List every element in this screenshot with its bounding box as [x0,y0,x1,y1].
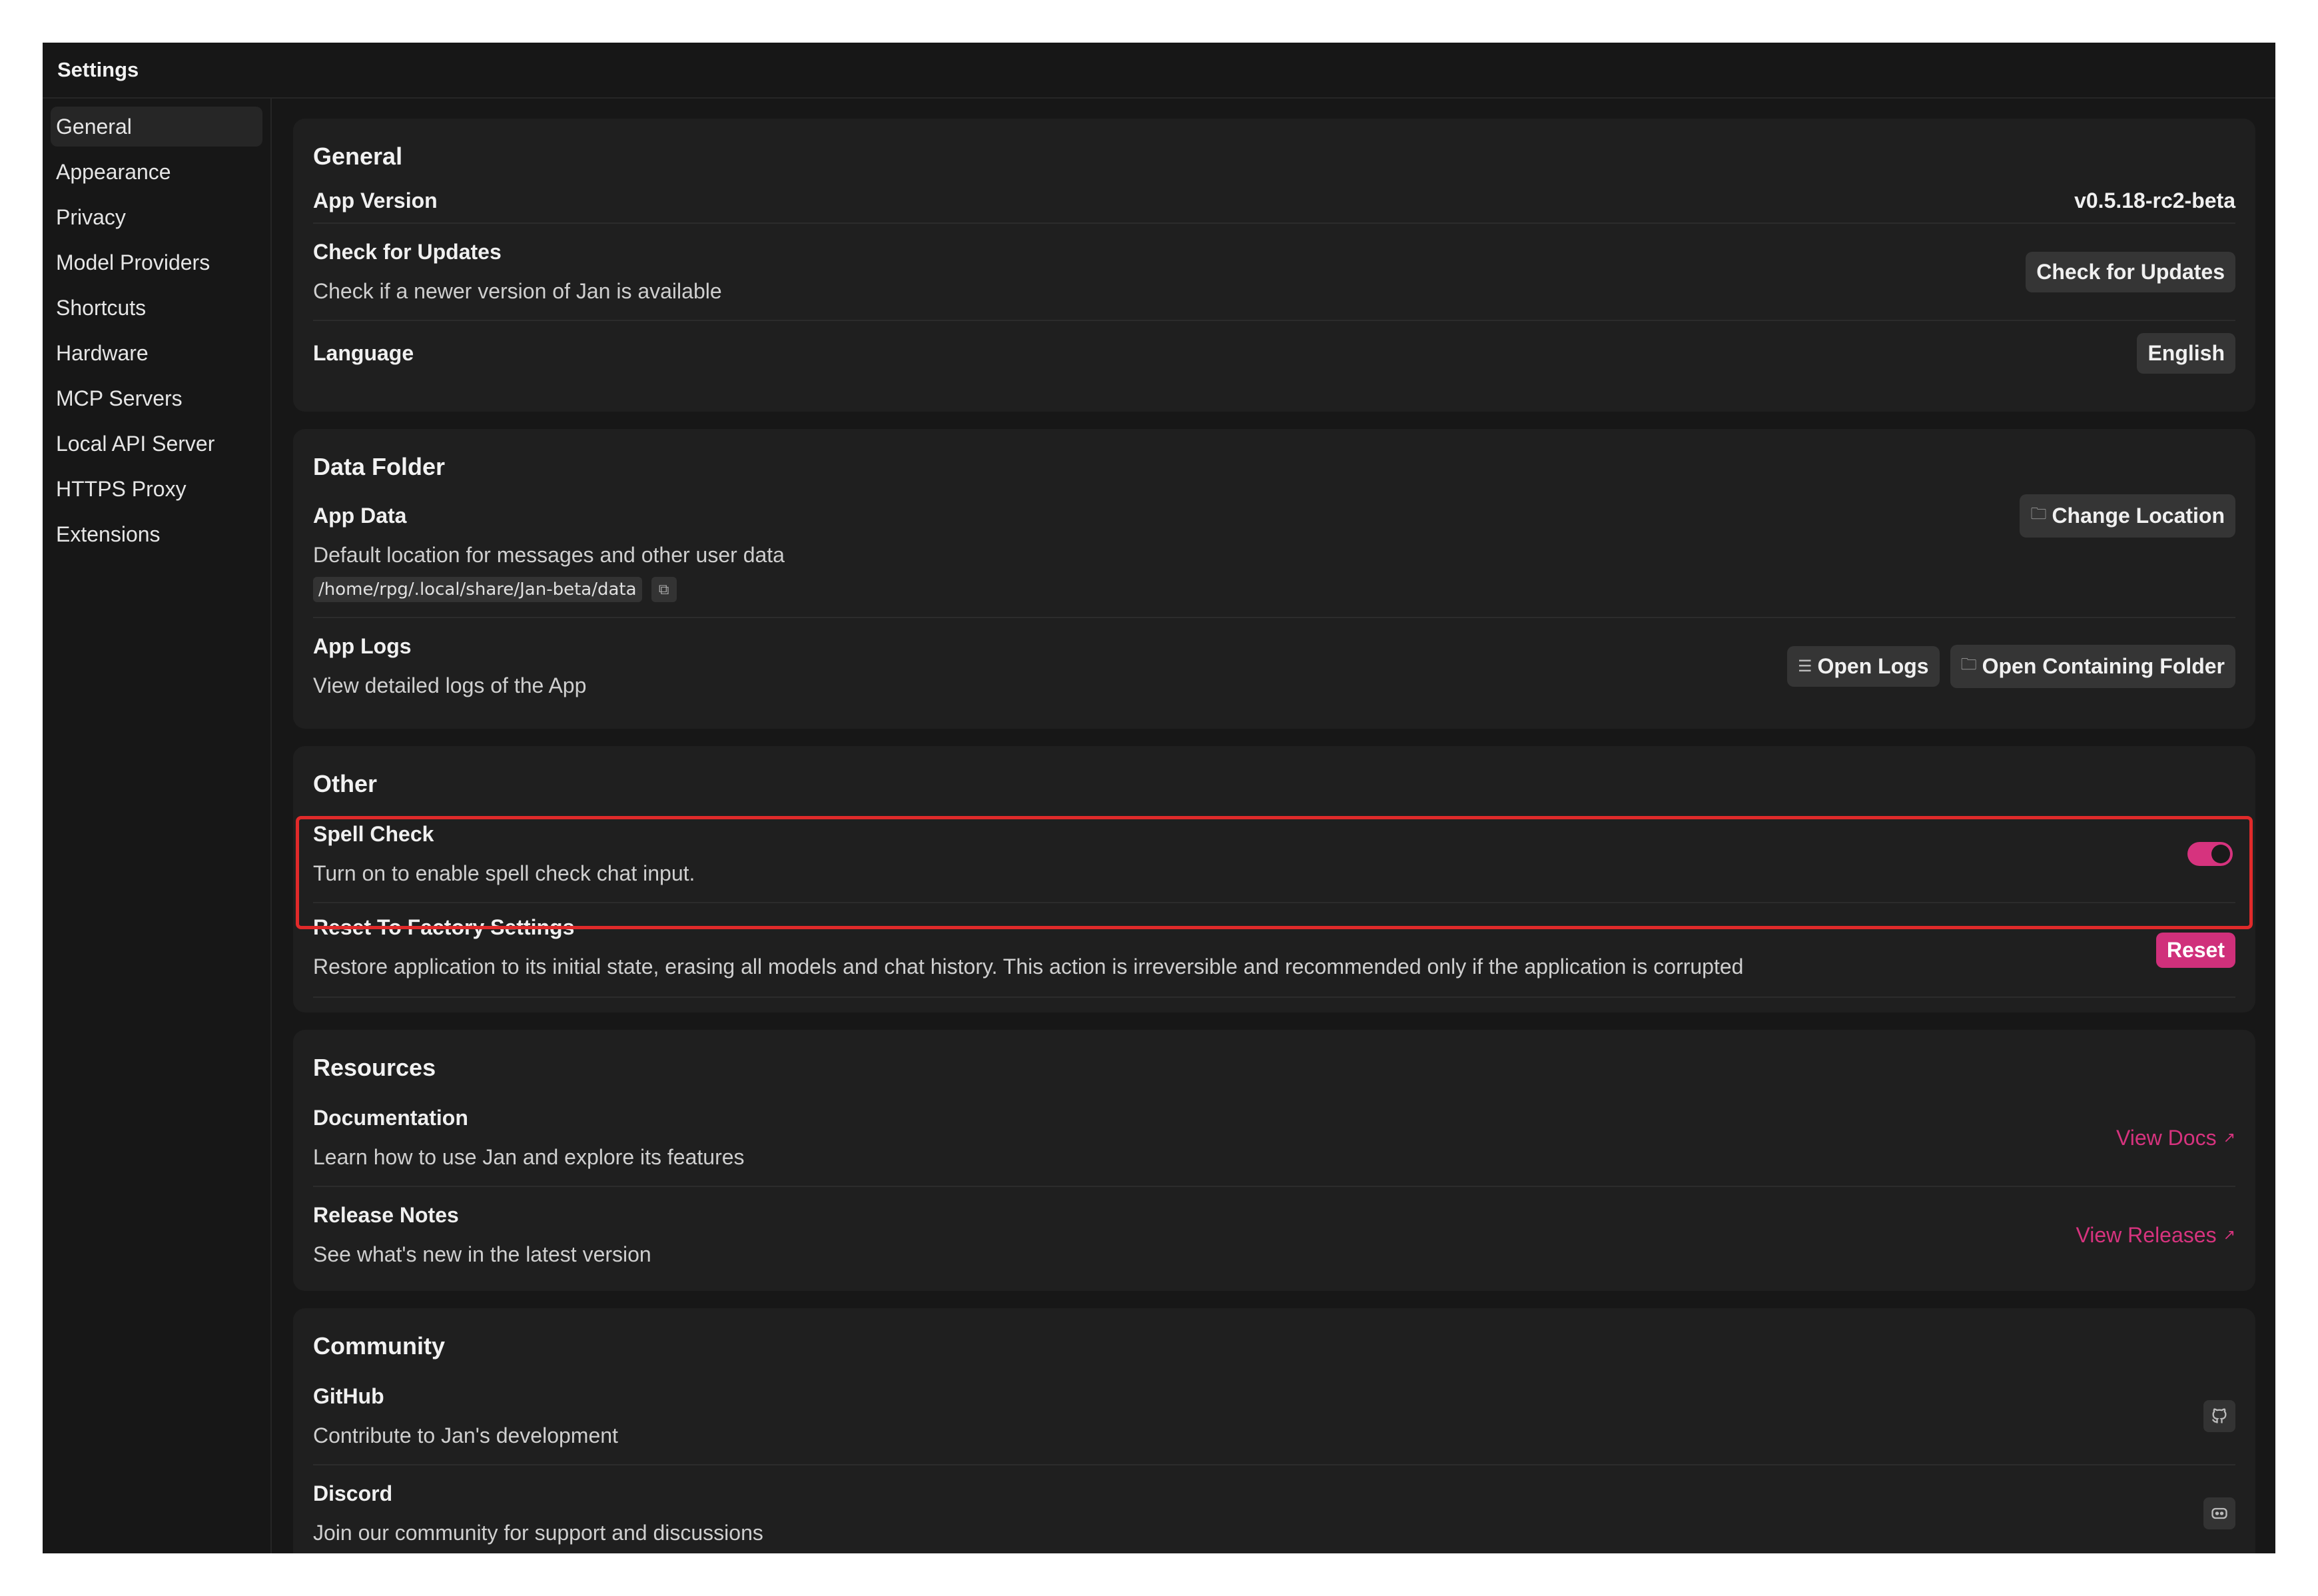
documentation-row: Documentation Learn how to use Jan and e… [313,1090,2235,1187]
discord-label: Discord [313,1481,393,1505]
language-row: Language English [313,321,2235,385]
reset-button[interactable]: Reset [2155,932,2235,968]
discord-desc: Join our community for support and discu… [313,1521,763,1545]
change-location-label: Change Location [2052,504,2225,528]
release-notes-row: Release Notes See what's new in the late… [313,1187,2235,1283]
settings-content: General App Version v0.5.18-rc2-beta Che… [293,119,2255,1553]
sidebar-item-extensions[interactable]: Extensions [51,514,262,554]
resources-title: Resources [313,1054,436,1081]
spell-check-row: Spell Check Turn on to enable spell chec… [313,806,2235,903]
view-docs-label: View Docs [2116,1125,2217,1150]
sidebar-item-shortcuts[interactable]: Shortcuts [51,288,262,328]
sidebar-item-mcp-servers[interactable]: MCP Servers [51,378,262,418]
other-title: Other [313,770,378,797]
community-title: Community [313,1332,445,1360]
app-logs-row: App Logs View detailed logs of the App ☰… [313,618,2235,714]
discord-icon[interactable] [2203,1497,2235,1529]
check-updates-button[interactable]: Check for Updates [2026,251,2235,292]
sidebar-item-model-providers[interactable]: Model Providers [51,242,262,282]
general-card: General App Version v0.5.18-rc2-beta Che… [293,119,2255,412]
data-folder-title: Data Folder [313,453,446,480]
app-version-label: App Version [313,188,438,212]
release-notes-label: Release Notes [313,1203,459,1227]
open-folder-button[interactable]: 🗀 Open Containing Folder [1950,644,2235,688]
app-logs-desc: View detailed logs of the App [313,673,587,697]
spell-check-desc: Turn on to enable spell check chat input… [313,861,695,885]
sidebar-item-local-api-server[interactable]: Local API Server [51,424,262,464]
app-data-desc: Default location for messages and other … [313,543,785,567]
discord-row: Discord Join our community for support a… [313,1465,2235,1553]
github-desc: Contribute to Jan's development [313,1423,618,1447]
folder-icon: 🗀 [1960,655,1977,673]
sidebar-item-general[interactable]: General [51,107,262,147]
app-data-path: /home/rpg/.local/share/Jan-beta/data [313,577,642,602]
resources-card: Resources Documentation Learn how to use… [293,1030,2255,1291]
open-logs-button[interactable]: ☰ Open Logs [1786,645,1940,687]
change-location-button[interactable]: 🗀 Change Location [2020,494,2235,538]
app-data-row: App Data Default location for messages a… [313,489,2235,618]
community-card: Community GitHub Contribute to Jan's dev… [293,1308,2255,1553]
settings-window: Settings General Appearance Privacy Mode… [43,43,2275,1553]
view-releases-label: View Releases [2076,1222,2217,1247]
github-icon[interactable] [2203,1400,2235,1432]
toggle-knob [2211,845,2230,863]
check-updates-row: Check for Updates Check if a newer versi… [313,224,2235,321]
sidebar-item-hardware[interactable]: Hardware [51,333,262,373]
open-folder-label: Open Containing Folder [1982,653,2225,678]
general-title: General [313,143,403,170]
spell-check-label: Spell Check [313,822,434,846]
release-notes-desc: See what's new in the latest version [313,1242,651,1266]
sidebar: General Appearance Privacy Model Provide… [43,99,272,1553]
documentation-label: Documentation [313,1106,468,1130]
reset-row: Reset To Factory Settings Restore applic… [313,903,2235,998]
app-data-label: App Data [313,504,407,528]
documentation-desc: Learn how to use Jan and explore its fea… [313,1145,745,1169]
list-icon: ☰ [1797,657,1812,675]
reset-desc: Restore application to its initial state… [313,955,1744,979]
sidebar-item-privacy[interactable]: Privacy [51,197,262,237]
spell-check-toggle[interactable] [2187,842,2233,866]
check-updates-label: Check for Updates [313,240,502,264]
window-title: Settings [43,43,2275,99]
github-label: GitHub [313,1384,384,1408]
data-folder-card: Data Folder App Data Default location fo… [293,429,2255,729]
external-link-icon: ↗ [2223,1129,2235,1146]
app-logs-label: App Logs [313,634,412,658]
reset-label: Reset To Factory Settings [313,915,575,939]
language-select[interactable]: English [2137,332,2235,374]
app-version-row: App Version v0.5.18-rc2-beta [313,179,2235,224]
view-docs-link[interactable]: View Docs ↗ [2116,1126,2235,1150]
external-link-icon: ↗ [2223,1226,2235,1243]
view-releases-link[interactable]: View Releases ↗ [2076,1223,2235,1248]
language-label: Language [313,340,414,365]
open-logs-label: Open Logs [1817,653,1929,678]
sidebar-item-https-proxy[interactable]: HTTPS Proxy [51,469,262,509]
github-row: GitHub Contribute to Jan's development [313,1368,2235,1465]
check-updates-desc: Check if a newer version of Jan is avail… [313,279,722,303]
other-card: Other Spell Check Turn on to enable spel… [293,746,2255,1012]
folder-icon: 🗀 [2030,505,2047,523]
copy-icon[interactable]: ⧉ [651,577,677,602]
sidebar-item-appearance[interactable]: Appearance [51,152,262,192]
app-version-value: v0.5.18-rc2-beta [2074,188,2235,212]
